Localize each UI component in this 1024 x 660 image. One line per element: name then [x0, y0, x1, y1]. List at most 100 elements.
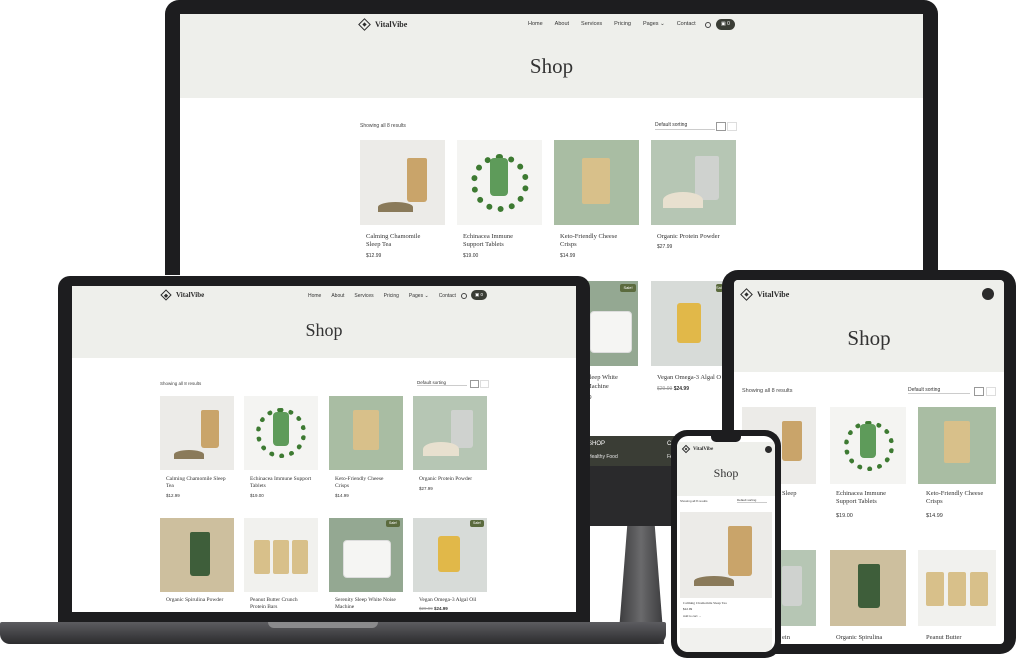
product-name-partial[interactable]: Organic Spirulina: [836, 634, 882, 642]
page-title: Shop: [529, 54, 574, 78]
product-name-partial[interactable]: Peanut Butter: [926, 634, 962, 642]
white-noise-machine: [343, 540, 391, 578]
nav-contact[interactable]: Contact: [677, 21, 696, 27]
page-title: Shop: [713, 466, 739, 480]
nav-pages[interactable]: Pages ⌄: [643, 21, 665, 27]
sort-select[interactable]: Default sorting: [655, 122, 715, 130]
product-image-next[interactable]: [680, 628, 772, 652]
grid-view-icon[interactable]: [716, 122, 726, 131]
product-name[interactable]: Organic Protein Powder: [657, 233, 733, 241]
nav-services[interactable]: Services: [354, 293, 373, 299]
product-image-protein[interactable]: [413, 396, 487, 470]
product-name-partial[interactable]: Sleep White: [586, 374, 618, 382]
product-image-keto-crisps[interactable]: [329, 396, 403, 470]
product-name[interactable]: Echinacea Immune Support Tablets: [463, 233, 533, 249]
brand-logo[interactable]: VitalVibe: [740, 288, 789, 301]
nav-pricing[interactable]: Pricing: [614, 21, 631, 27]
product-image-keto-crisps[interactable]: [918, 407, 996, 484]
nav-services[interactable]: Services: [581, 21, 602, 27]
product-image-peanut-bars[interactable]: [244, 518, 318, 592]
product-image-chamomile[interactable]: [680, 512, 772, 598]
logo-icon: [681, 444, 691, 454]
nav-about[interactable]: About: [331, 293, 344, 299]
product-name[interactable]: Calming Chamomile Sleep Tea: [366, 233, 436, 249]
menu-icon[interactable]: [982, 288, 994, 300]
product-name[interactable]: Peanut Butter Crunch Protein Bars: [250, 597, 312, 611]
list-view-icon[interactable]: [986, 387, 996, 396]
menu-icon[interactable]: [765, 446, 772, 453]
crisps-pack: [353, 410, 379, 450]
product-name[interactable]: Keto-Friendly Cheese Crisps: [560, 233, 630, 249]
bar-pack: [273, 540, 289, 574]
product-name[interactable]: Echinacea Immune Support Tablets: [836, 490, 904, 506]
nav-home[interactable]: Home: [528, 21, 543, 27]
sort-select[interactable]: Default sorting: [417, 380, 467, 386]
search-icon[interactable]: [705, 22, 711, 28]
nav-pricing[interactable]: Pricing: [384, 293, 399, 299]
product-image-echinacea[interactable]: [244, 396, 318, 470]
crisps-pack: [582, 158, 610, 204]
bar-pack: [970, 572, 988, 606]
omega-jar: [438, 536, 460, 572]
product-image-spirulina[interactable]: [160, 518, 234, 592]
product-name-partial[interactable]: Vegan Omega-3 Algal O: [657, 374, 723, 382]
list-view-icon[interactable]: [480, 380, 489, 388]
product-image-echinacea[interactable]: [457, 140, 542, 225]
product-image-protein[interactable]: [651, 140, 736, 225]
product-image-echinacea[interactable]: [830, 407, 906, 484]
brand-logo[interactable]: VitalVibe: [358, 18, 407, 31]
product-name[interactable]: Vegan Omega-3 Algal Oil: [419, 597, 487, 604]
product-image-omega[interactable]: [651, 281, 723, 366]
nav-home[interactable]: Home: [308, 293, 321, 299]
results-count: Showing all 8 results: [360, 123, 406, 129]
product-name-partial[interactable]: Sleep: [782, 490, 796, 498]
nav-pages[interactable]: Pages ⌄: [409, 293, 429, 299]
bar-pack: [926, 572, 944, 606]
grid-view-icon[interactable]: [470, 380, 479, 388]
product-name[interactable]: Echinacea Immune Support Tablets: [250, 476, 312, 490]
product-name-partial[interactable]: ein: [782, 634, 790, 642]
spirulina-bag: [858, 564, 880, 608]
tea-bag: [201, 410, 219, 448]
product-name[interactable]: Keto-Friendly Cheese Crisps: [335, 476, 397, 490]
spirulina-bag: [190, 532, 210, 576]
sort-select[interactable]: Default sorting: [737, 498, 767, 503]
cart-button[interactable]: ▣ 0: [471, 290, 487, 300]
nav-about[interactable]: About: [555, 21, 569, 27]
nav-contact[interactable]: Contact: [439, 293, 456, 299]
product-name[interactable]: Serenity Sleep White Noise Machine: [335, 597, 397, 611]
footer-link-healthy-food[interactable]: Healthy Food: [588, 454, 618, 460]
product-image-chamomile[interactable]: [360, 140, 445, 225]
sale-badge: Sale!: [386, 520, 400, 527]
tea-bag: [782, 421, 802, 461]
product-image-keto-crisps[interactable]: [554, 140, 639, 225]
supplement-bottle: [490, 158, 508, 196]
product-name[interactable]: Organic Protein Powder: [419, 476, 485, 483]
bar-pack: [254, 540, 270, 574]
list-view-icon[interactable]: [727, 122, 737, 131]
logo-icon: [358, 18, 371, 31]
add-to-cart-button[interactable]: Add to cart →: [683, 614, 701, 618]
cart-button[interactable]: ▣ 0: [716, 19, 735, 30]
grid-view-icon[interactable]: [974, 387, 984, 396]
product-image-white-noise[interactable]: [329, 518, 403, 592]
protein-bag: [782, 566, 802, 606]
laptop-screen: VitalVibe Home About Services Pricing Pa…: [72, 286, 576, 612]
product-image-white-noise[interactable]: [586, 281, 638, 366]
product-name[interactable]: Keto-Friendly Cheese Crisps: [926, 490, 986, 506]
tea-bag: [407, 158, 427, 202]
product-image-omega[interactable]: [413, 518, 487, 592]
product-name[interactable]: Calming Chamomile Sleep Tea: [166, 476, 228, 490]
product-name[interactable]: Calming Chamomile Sleep Tea: [683, 601, 773, 605]
product-name[interactable]: Organic Spirulina Powder: [166, 597, 228, 604]
search-icon[interactable]: [461, 293, 467, 299]
product-price: $19.00: [250, 493, 264, 498]
brand-logo[interactable]: VitalVibe: [681, 444, 713, 454]
sort-select[interactable]: Default sorting: [908, 387, 970, 394]
product-image-chamomile[interactable]: [160, 396, 234, 470]
product-image-peanut-bars[interactable]: [918, 550, 996, 626]
brand-logo[interactable]: VitalVibe: [160, 289, 204, 301]
product-image-spirulina[interactable]: [830, 550, 906, 626]
results-count: Showing all 8 results: [160, 381, 202, 386]
main-nav: Home About Services Pricing Pages ⌄ Cont…: [528, 21, 696, 27]
